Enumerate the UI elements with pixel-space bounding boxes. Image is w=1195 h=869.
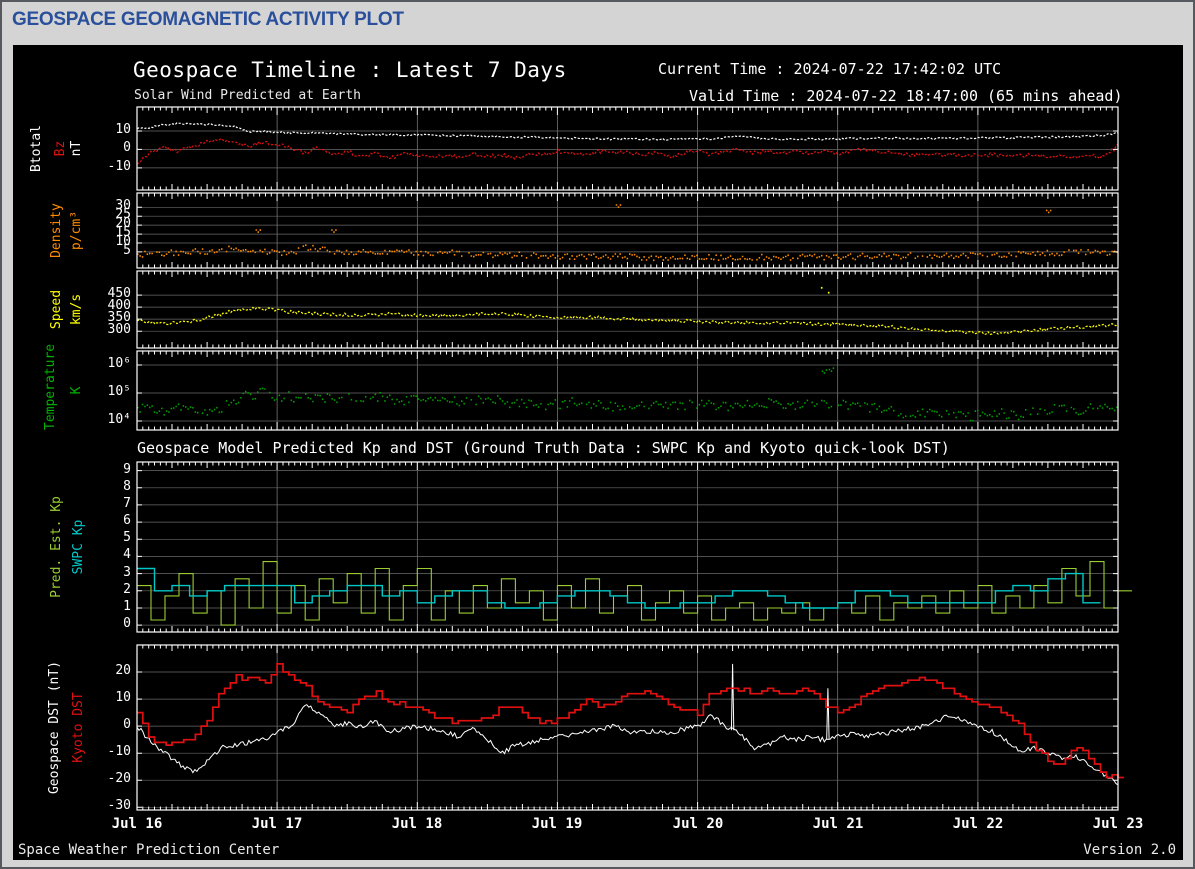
x-tick-label: Jul 19	[531, 816, 583, 832]
x-tick-label: Jul 23	[1092, 816, 1144, 832]
spike	[826, 688, 830, 739]
axis-label-solar-wind-b-2: nT	[69, 140, 84, 157]
x-tick-label: Jul 18	[391, 816, 443, 832]
page-title: GEOSPACE GEOMAGNETIC ACTIVITY PLOT	[12, 9, 404, 30]
panel-frame	[136, 106, 1119, 191]
series-Kyoto DST	[137, 663, 1124, 779]
plot-title: Geospace Timeline : Latest 7 Days	[133, 58, 567, 82]
series-Geospace DST	[136, 704, 1119, 786]
page: GEOSPACE GEOMAGNETIC ACTIVITY PLOT Geosp…	[0, 0, 1195, 869]
series-Pred. Est. Kp	[137, 561, 1132, 626]
panel-frame	[136, 192, 1119, 269]
series-SWPC Kp	[137, 567, 1101, 609]
axis-label-density-0: Density	[49, 203, 64, 258]
axis-ticks	[137, 107, 1118, 190]
axis-label-temperature-0: Temperature	[43, 343, 58, 430]
panel-solar-wind-b	[136, 106, 1119, 191]
x-tick-label: Jul 21	[812, 816, 864, 832]
x-tick-label: Jul 16	[111, 816, 163, 832]
x-tick-label: Jul 22	[952, 816, 1004, 832]
panel-frame	[136, 270, 1119, 349]
axis-label-solar-wind-b-1: Bz	[53, 140, 68, 157]
panel-dst	[136, 644, 1124, 811]
outlier-dots	[821, 367, 835, 374]
axis-ticks	[137, 271, 1118, 348]
x-tick-label: Jul 17	[251, 816, 303, 832]
axis-label-density-1: p/cm³	[69, 210, 84, 251]
panel-speed	[136, 270, 1119, 349]
series-Speed	[136, 306, 1119, 336]
kp-dst-section-title: Geospace Model Predicted Kp and DST (Gro…	[137, 439, 950, 457]
axis-label-speed-1: km/s	[69, 293, 84, 326]
plot-subtitle: Solar Wind Predicted at Earth	[134, 88, 361, 103]
axis-label-kp-1: SWPC Kp	[71, 519, 86, 575]
day-gridlines	[276, 193, 979, 268]
x-tick-label: Jul 20	[672, 816, 724, 832]
axis-label-temperature-1: K	[69, 386, 84, 395]
footer-credit: Space Weather Prediction Center	[18, 842, 280, 858]
outlier-dots	[255, 204, 1052, 233]
panel-frame	[136, 350, 1119, 431]
day-gridlines	[276, 645, 979, 810]
panel-density	[136, 192, 1119, 269]
geospace-plot-image: Geospace Timeline : Latest 7 Days Solar …	[13, 45, 1183, 860]
axis-label-dst-1: Kyoto DST	[71, 692, 86, 763]
panel-kp	[136, 461, 1132, 633]
day-gridlines	[276, 351, 979, 430]
axis-label-kp-0: Pred. Est. Kp	[49, 496, 64, 598]
axis-label-solar-wind-b-0: Btotal	[29, 125, 44, 172]
axis-label-dst-0: Geospace DST (nT)	[47, 660, 62, 795]
day-gridlines	[276, 271, 979, 348]
valid-time-label: Valid Time : 2024-07-22 18:47:00 (65 min…	[689, 87, 1123, 105]
spike	[730, 663, 735, 731]
day-gridlines	[276, 107, 979, 190]
axis-ticks	[137, 193, 1118, 268]
footer-version: Version 2.0	[1083, 842, 1176, 858]
series-Btotal	[136, 122, 1119, 141]
axis-ticks	[137, 351, 1118, 430]
panel-temperature	[136, 350, 1119, 431]
current-time-label: Current Time : 2024-07-22 17:42:02 UTC	[658, 60, 1002, 78]
series-Density	[137, 244, 1118, 262]
series-Bz	[136, 137, 1119, 165]
axis-label-speed-0: Speed	[49, 289, 64, 330]
